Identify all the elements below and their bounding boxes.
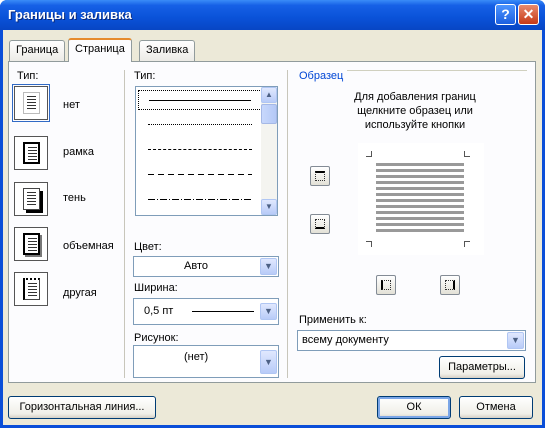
page-box-icon [23,142,40,164]
preview-group-label: Образец [299,70,344,82]
group-divider [347,70,527,71]
tab-page-border[interactable]: Страница [68,38,132,62]
chevron-down-icon[interactable]: ▼ [507,332,524,349]
page-custom-icon [23,278,40,300]
scroll-thumb[interactable] [261,104,277,124]
width-select[interactable]: 0,5 пт ▼ [133,298,279,325]
top-border-icon [315,171,325,181]
preview-area[interactable] [358,143,484,255]
apply-to-label: Применить к: [299,314,367,326]
apply-to-value: всему документу [302,334,389,346]
style-list[interactable]: ▲ ▼ [135,86,278,216]
corner-mark [464,241,470,247]
tab-shading[interactable]: Заливка [139,40,196,61]
preview-hint: Для добавления границ щелкните образец и… [354,91,476,131]
setting-label: Тип: [17,70,39,82]
scroll-down-icon[interactable]: ▼ [261,199,277,215]
apply-to-select[interactable]: всему документу ▼ [297,330,526,351]
setting-box[interactable] [14,136,48,170]
right-border-button[interactable] [440,275,460,295]
art-select[interactable]: (нет) ▼ [133,345,279,378]
setting-none[interactable] [12,84,50,122]
style-dash-dot[interactable] [138,190,262,210]
setting-custom[interactable] [14,272,48,306]
setting-3d-label: объемная [63,240,114,252]
bottom-border-icon [315,219,325,229]
style-scrollbar[interactable]: ▲ ▼ [261,87,277,215]
style-dashed-small[interactable] [138,140,262,160]
left-border-icon [381,280,391,290]
style-dotted[interactable] [138,115,262,135]
right-border-icon [445,280,455,290]
page-shadow-icon [23,188,40,210]
tab-borders[interactable]: Граница [9,40,66,61]
color-value: Авто [184,260,208,272]
style-solid[interactable] [138,90,262,110]
preview-text-lines [376,163,464,235]
page-3d-icon [23,233,40,255]
horizontal-line-button[interactable]: Горизонтальная линия... [8,396,156,419]
cancel-button[interactable]: Отмена [459,396,533,419]
art-label: Рисунок: [134,332,179,344]
setting-3d[interactable] [14,227,48,261]
left-border-button[interactable] [376,275,396,295]
setting-box-label: рамка [63,146,94,158]
close-button[interactable]: ✕ [518,4,539,25]
ok-button[interactable]: ОК [377,396,451,419]
title-bar[interactable]: Границы и заливка ? ✕ [0,0,545,30]
help-button[interactable]: ? [495,4,516,25]
scroll-up-icon[interactable]: ▲ [261,87,277,103]
setting-shadow[interactable] [14,182,48,216]
setting-shadow-label: тень [63,192,86,204]
width-label: Ширина: [134,282,178,294]
page-icon [23,92,40,114]
width-line-sample [192,311,254,312]
setting-none-label: нет [63,99,80,111]
separator [124,70,125,378]
bottom-border-button[interactable] [310,214,330,234]
width-value: 0,5 пт [144,305,174,317]
setting-custom-label: другая [63,287,97,299]
chevron-down-icon[interactable]: ▼ [260,303,277,320]
corner-mark [464,151,470,157]
color-label: Цвет: [134,241,162,253]
separator [287,70,288,378]
style-label: Тип: [134,70,156,82]
options-button[interactable]: Параметры... [439,356,525,379]
color-select[interactable]: Авто ▼ [133,256,279,277]
top-border-button[interactable] [310,166,330,186]
corner-mark [366,151,372,157]
art-value: (нет) [184,351,209,363]
chevron-down-icon[interactable]: ▼ [260,350,277,374]
chevron-down-icon[interactable]: ▼ [260,258,277,275]
corner-mark [366,241,372,247]
window-title: Границы и заливка [8,7,132,22]
style-dashed[interactable] [138,165,262,185]
